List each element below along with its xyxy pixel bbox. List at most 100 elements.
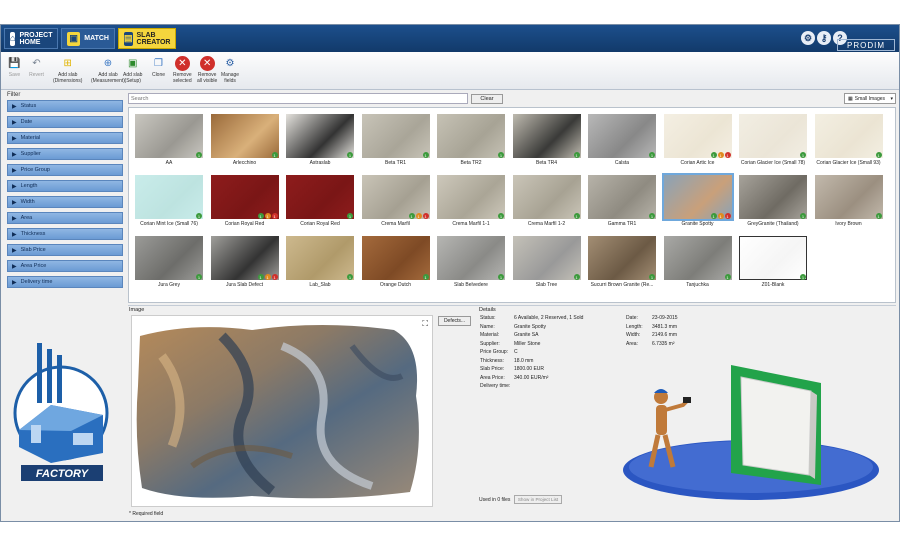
status-badge: 1 xyxy=(724,152,731,158)
status-badge: 1 xyxy=(196,152,202,158)
view-size-select[interactable]: ▦ Small Images ▾ xyxy=(844,93,896,104)
slab-card[interactable]: Jura Grey 1 xyxy=(133,234,205,292)
slab-card[interactable]: Corian Glacier Ice (Small 93) 1 xyxy=(813,112,885,170)
filter-item[interactable]: ▶ Width xyxy=(7,196,123,208)
slab-status-badges: 1 xyxy=(799,213,806,219)
slab-card[interactable]: Crema Marfil 1 1 1 xyxy=(360,173,432,231)
slab-card[interactable]: Corian Glacier Ice (Small 78) 1 xyxy=(737,112,809,170)
tab-match[interactable]: ▣ MATCH xyxy=(61,28,115,49)
slab-card[interactable]: Ivory Brown 1 xyxy=(813,173,885,231)
slab-card[interactable]: Arlecchino 1 xyxy=(209,112,281,170)
save-button[interactable]: 💾 Save xyxy=(7,56,22,79)
filter-item[interactable]: ▶ Date xyxy=(7,116,123,128)
detail-key: Material: xyxy=(480,332,500,338)
slab-status-badges: 1 xyxy=(346,274,353,280)
detail-value: Miller Stone xyxy=(514,340,541,347)
slab-name: Beta TR1 xyxy=(384,160,407,166)
fullscreen-icon[interactable]: ⛶ xyxy=(422,319,428,329)
filter-item[interactable]: ▶ Supplier xyxy=(7,148,123,160)
clear-button[interactable]: Clear xyxy=(471,94,503,104)
filter-item[interactable]: ▶ Material xyxy=(7,132,123,144)
chevron-right-icon: ▶ xyxy=(12,151,17,158)
slab-card[interactable]: Beta TR1 1 xyxy=(360,112,432,170)
slab-status-badges: 1 xyxy=(573,213,580,219)
status-badge: 1 xyxy=(724,274,731,280)
slab-card[interactable]: Beta TR2 1 xyxy=(435,112,507,170)
slab-thumbnail xyxy=(437,114,505,158)
brand-logo: PRODIM xyxy=(837,39,895,51)
slab-card[interactable]: Slab Belvedere 1 xyxy=(435,234,507,292)
detail-key: Length: xyxy=(626,323,643,330)
slab-card[interactable]: Jura Slab Defect 1 1 1 xyxy=(209,234,281,292)
search-input[interactable] xyxy=(128,93,468,104)
slab-card[interactable]: Tanjuchka 1 xyxy=(662,234,734,292)
show-in-project-list-button[interactable]: Show in Project List xyxy=(514,495,562,504)
filter-item-label: Slab Price xyxy=(20,247,46,253)
filter-item[interactable]: ▶ Length xyxy=(7,180,123,192)
detail-row: Name: Granite Spotty xyxy=(480,323,583,332)
slab-card[interactable]: Sucurri Brown Granite (Re... 1 xyxy=(586,234,658,292)
slab-name: Z01-Blank xyxy=(761,282,785,288)
slab-card[interactable]: Corian Royal Red 1 1 1 xyxy=(209,173,281,231)
tab-project-home[interactable]: ⌂ PROJECT HOME xyxy=(4,28,58,49)
tab-label: CREATOR xyxy=(136,38,171,46)
remove-all-button[interactable]: ✕ Remove all visible xyxy=(197,56,217,84)
defects-button[interactable]: Defects... xyxy=(438,316,471,326)
slab-status-badges: 1 xyxy=(195,274,202,280)
tab-label: HOME xyxy=(19,38,41,46)
status-badge: 1 xyxy=(422,213,429,219)
slab-card[interactable]: Corian Artic Ice 1 1 1 xyxy=(662,112,734,170)
filter-item[interactable]: ▶ Area Price xyxy=(7,260,123,272)
detail-key: Supplier: xyxy=(480,340,500,347)
add-slab-setup-button[interactable]: ▣ Add slab (Setup) xyxy=(123,56,142,84)
slab-card[interactable]: Slab Tree 1 xyxy=(511,234,583,292)
slab-card[interactable]: AA 1 xyxy=(133,112,205,170)
status-badge: 1 xyxy=(710,152,717,158)
match-icon: ▣ xyxy=(67,31,81,46)
detail-value: 3481.3 mm xyxy=(652,323,678,330)
status-badge: 1 xyxy=(271,213,278,219)
search-bar: Clear ▦Small Images ▾ xyxy=(128,93,896,105)
filter-item[interactable]: ▶ Area xyxy=(7,212,123,224)
remove-selected-button[interactable]: ✕ Remove selected xyxy=(173,56,192,84)
view-size-label: Small Images xyxy=(854,95,886,102)
slab-card[interactable]: GreyGranite (Thailand) 1 xyxy=(737,173,809,231)
filter-item[interactable]: ▶ Status xyxy=(7,100,123,112)
chevron-right-icon: ▶ xyxy=(12,135,17,142)
slab-thumbnail xyxy=(135,175,203,219)
status-badge: 1 xyxy=(649,274,655,280)
slab-name: Corian Artic Ice xyxy=(680,160,715,166)
slab-card[interactable]: Z01-Blank 1 xyxy=(737,234,809,292)
filter-item[interactable]: ▶ Thickness xyxy=(7,228,123,240)
add-slab-dimensions-button[interactable]: ⊞ Add slab (Dimensions) xyxy=(53,56,82,84)
slab-image-viewer[interactable]: ⛶ xyxy=(131,315,433,507)
slab-thumbnail xyxy=(512,114,581,158)
tab-slab-creator[interactable]: ▤ SLAB CREATOR xyxy=(118,28,176,49)
slab-name: Tanjuchka xyxy=(686,282,709,288)
slab-card[interactable]: Orange Dutch 1 xyxy=(360,234,432,292)
manage-fields-button[interactable]: ⚙ Manage fields xyxy=(221,56,239,84)
toolbar-label: all visible xyxy=(197,77,218,84)
slab-card[interactable]: Corian Royal Red 1 xyxy=(284,173,356,231)
filter-item[interactable]: ▶ Delivery time xyxy=(7,276,123,288)
add-slab-measurement-button[interactable]: ⊕ Add slab (Measurement) xyxy=(91,56,125,84)
slab-card[interactable]: Corian Mint Ice (Small 76) 1 xyxy=(133,173,205,231)
filter-item[interactable]: ▶ Price Group xyxy=(7,164,123,176)
key-icon[interactable]: ⚷ xyxy=(817,31,831,45)
slab-card[interactable]: Gamma TR1 1 xyxy=(586,173,658,231)
slab-card[interactable]: Granite Spotty 1 1 1 xyxy=(661,173,734,231)
slab-card[interactable]: Beta TR4 1 xyxy=(511,112,583,170)
slab-card[interactable]: Lab_Slab 1 xyxy=(284,234,356,292)
slab-card[interactable]: Crema Marfil 1-2 1 xyxy=(511,173,583,231)
gear-icon[interactable]: ⚙ xyxy=(801,31,815,45)
filter-item[interactable]: ▶ Slab Price xyxy=(7,244,123,256)
slab-name: Slab Belvedere xyxy=(454,282,488,288)
slab-card[interactable]: Calsta 1 xyxy=(586,112,658,170)
slab-status-badges: 1 xyxy=(497,213,504,219)
slab-card[interactable]: Crema Marfil 1-1 1 xyxy=(435,173,507,231)
slab-status-badges: 1 xyxy=(648,152,655,158)
clone-button[interactable]: ❐ Clone xyxy=(151,56,166,79)
revert-button[interactable]: ↶ Revert xyxy=(29,56,44,79)
used-in-files-label: Used in 0 files xyxy=(479,497,511,503)
slab-card[interactable]: Astraslab 1 xyxy=(284,112,356,170)
